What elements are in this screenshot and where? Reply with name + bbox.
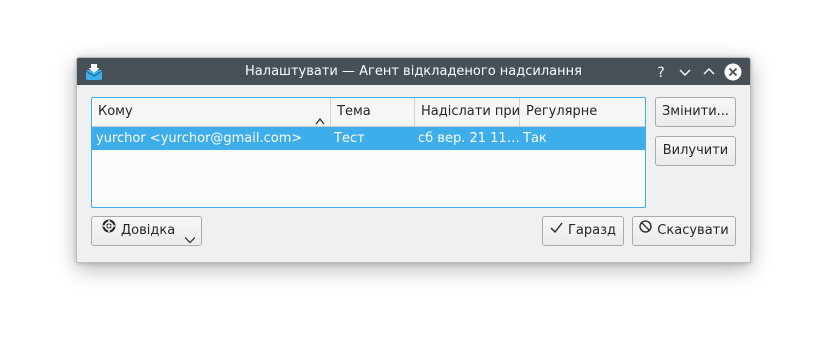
ok-button[interactable]: Гаразд [542,216,624,246]
cancel-icon [639,216,652,244]
cell-recurrent: Так [523,131,547,146]
scheduled-messages-list[interactable]: Кому Тема Надіслати при Регулярне yurcho… [91,97,646,208]
dialog-window: Налаштувати — Агент відкладеного надсила… [76,57,751,263]
maximize-icon[interactable] [700,63,718,81]
chevron-down-icon[interactable] [184,227,196,244]
column-header-to[interactable]: Кому [92,98,331,126]
list-header: Кому Тема Надіслати при Регулярне [92,98,645,127]
column-header-send-at[interactable]: Надіслати при [415,98,520,126]
svg-text:?: ? [657,65,664,81]
sort-ascending-icon [315,108,325,125]
column-header-recurrent[interactable]: Регулярне [520,98,645,126]
cell-send-at: сб вер. 21 11… [418,131,520,146]
window-title: Налаштувати — Агент відкладеного надсила… [245,64,582,79]
title-bar[interactable]: Налаштувати — Агент відкладеного надсила… [77,58,750,85]
help-icon[interactable]: ? [652,63,670,81]
column-header-subject[interactable]: Тема [331,98,415,126]
cell-to: yurchor <yurchor@gmail.com> [96,131,303,146]
help-button[interactable]: Довідка [91,216,202,246]
modify-button[interactable]: Змінити... [655,97,736,127]
checkmark-icon [550,216,563,244]
table-row[interactable]: yurchor <yurchor@gmail.com> Тест сб вер.… [92,127,645,150]
cancel-button[interactable]: Скасувати [632,216,736,246]
delete-button[interactable]: Вилучити [655,136,736,166]
minimize-icon[interactable] [676,63,694,81]
lifebuoy-icon [102,216,116,244]
close-icon[interactable] [724,63,742,81]
cell-subject: Тест [334,131,365,146]
